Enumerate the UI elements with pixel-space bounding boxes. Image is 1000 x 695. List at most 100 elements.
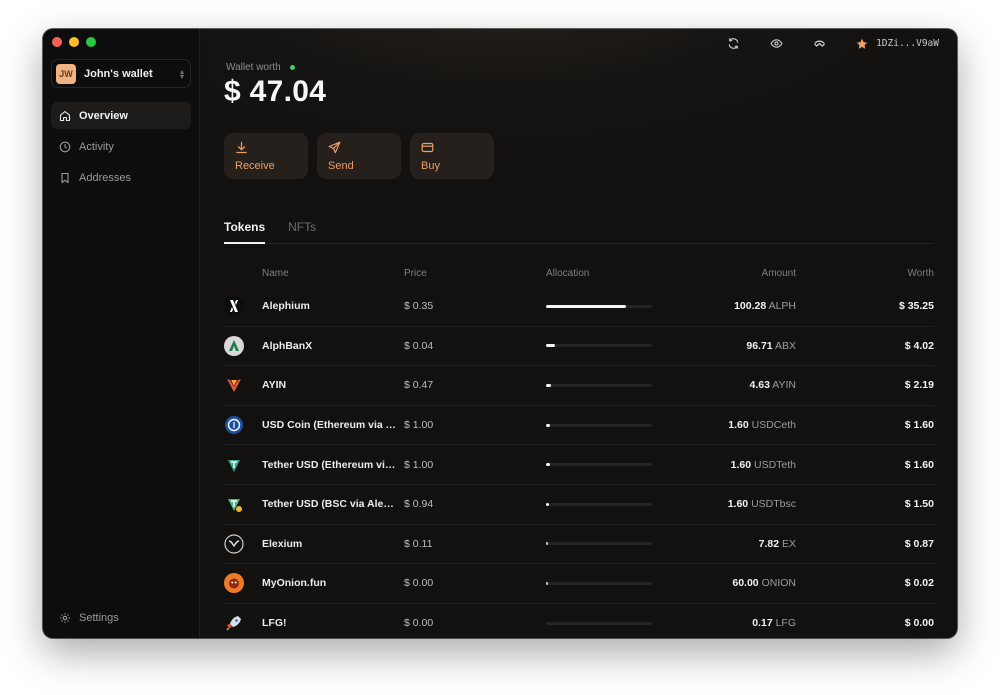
wallet-switcher[interactable]: JW John's wallet ▴ ▾ — [51, 59, 191, 88]
token-amount-value: 1.60 — [728, 419, 749, 432]
header-name[interactable]: Name — [262, 268, 404, 279]
token-allocation — [546, 344, 656, 348]
settings-button[interactable]: Settings — [59, 612, 119, 624]
send-button[interactable]: Send — [317, 133, 401, 179]
main-panel: 1DZi...V9aW Wallet worth $ 47.04 Receive… — [201, 29, 957, 638]
token-worth: $ 0.00 — [904, 617, 934, 630]
usdc-icon — [224, 415, 244, 435]
table-header: Name Price Allocation Amount Worth — [224, 259, 934, 287]
bookmark-icon — [61, 172, 69, 183]
tether-icon — [224, 455, 244, 475]
token-price: $ 0.00 — [404, 577, 434, 590]
token-allocation — [546, 423, 656, 427]
header-worth[interactable]: Worth — [796, 268, 935, 279]
lfg-icon — [224, 613, 244, 633]
token-amount-value: 1.60 — [730, 458, 752, 471]
token-icon-cell — [224, 375, 262, 395]
tab-tokens[interactable]: Tokens — [224, 220, 266, 244]
allocation-bar-track — [546, 344, 652, 348]
header-price[interactable]: Price — [404, 268, 546, 279]
wallet-worth-caption: Wallet worth — [226, 62, 281, 73]
allocation-bar-fill — [546, 502, 550, 506]
header-amount[interactable]: Amount — [656, 268, 796, 279]
star-icon — [856, 38, 868, 49]
token-symbol: EX — [781, 537, 796, 550]
table-body: Alephium $ 0.35 100.28 ALPH $ 35.25 Alph… — [224, 287, 934, 638]
token-amount-value: 96.71 — [746, 339, 773, 352]
token-name: USD Coin (Ethereum via Alephium Bridge) — [262, 419, 404, 432]
token-amount: 0.17 LFG — [656, 617, 796, 629]
asset-tabs: Tokens NFTs — [224, 220, 934, 244]
token-symbol: USDTeth — [753, 458, 796, 471]
token-allocation — [546, 502, 656, 506]
token-price: $ 0.00 — [404, 617, 434, 630]
token-name: Elexium — [262, 537, 303, 550]
tab-nfts[interactable]: NFTs — [288, 220, 316, 244]
table-row[interactable]: Tether USD (BSC via Alephium Bridge) $ 0… — [224, 485, 934, 525]
ayin-icon — [224, 375, 244, 395]
top-toolbar: 1DZi...V9aW — [727, 37, 939, 50]
buy-label: Buy — [421, 160, 440, 172]
refresh-button[interactable] — [727, 37, 740, 50]
action-buttons: Receive Send Buy — [224, 133, 494, 179]
allocation-bar-fill — [546, 304, 626, 308]
token-amount: 1.60 USDCeth — [656, 419, 796, 431]
token-symbol: ABX — [774, 339, 796, 352]
token-allocation — [546, 463, 656, 467]
allocation-bar-track — [546, 502, 652, 506]
allocation-bar-track — [546, 542, 652, 546]
alphbanx-icon — [224, 335, 244, 356]
allocation-bar-track — [546, 304, 652, 308]
sidebar-item-activity[interactable]: Activity — [51, 133, 191, 160]
token-symbol: ONION — [761, 577, 796, 590]
app-window: JW John's wallet ▴ ▾ Overview Activity Ad… — [43, 29, 957, 638]
allocation-bar-track — [546, 423, 652, 427]
token-price: $ 0.47 — [404, 379, 434, 392]
tether-bsc-icon — [224, 494, 244, 514]
token-worth: $ 35.25 — [898, 300, 934, 313]
token-allocation — [546, 581, 656, 585]
allocation-bar-fill — [546, 423, 550, 427]
sidebar-item-label: Overview — [79, 109, 128, 122]
receive-button[interactable]: Receive — [224, 133, 308, 179]
close-window-button[interactable] — [52, 37, 62, 47]
allocation-bar-fill — [546, 463, 550, 467]
table-row[interactable]: AYIN $ 0.47 4.63 AYIN $ 2.19 — [224, 366, 934, 406]
token-price: $ 1.00 — [404, 458, 434, 471]
token-name: Alephium — [262, 300, 310, 313]
token-symbol: LFG — [775, 617, 796, 630]
token-name: Tether USD (BSC via Alephium Bridge) — [262, 498, 404, 511]
table-row[interactable]: LFG! $ 0.00 0.17 LFG $ 0.00 — [224, 604, 934, 638]
token-worth: $ 0.02 — [904, 577, 934, 590]
allocation-bar-fill — [546, 344, 555, 348]
token-amount-value: 60.00 — [732, 577, 759, 590]
token-worth: $ 4.02 — [904, 339, 934, 352]
walletconnect-icon — [814, 40, 826, 47]
table-row[interactable]: Elexium $ 0.11 7.82 EX $ 0.87 — [224, 525, 934, 565]
token-icon-cell — [224, 613, 262, 633]
token-allocation — [546, 383, 656, 387]
connection-status-dot — [289, 65, 295, 70]
token-price: $ 0.35 — [404, 300, 434, 313]
maximize-window-button[interactable] — [86, 37, 96, 47]
chevron-updown-icon: ▴ ▾ — [179, 66, 184, 81]
token-amount-value: 0.17 — [752, 617, 773, 630]
sidebar-item-addresses[interactable]: Addresses — [51, 164, 191, 191]
minimize-window-button[interactable] — [69, 37, 79, 47]
toggle-visibility-button[interactable] — [770, 37, 783, 50]
table-row[interactable]: MyOnion.fun $ 0.00 60.00 ONION $ 0.02 — [224, 564, 934, 604]
table-row[interactable]: USD Coin (Ethereum via Alephium Bridge) … — [224, 406, 934, 446]
table-row[interactable]: AlphBanX $ 0.04 96.71 ABX $ 4.02 — [224, 327, 934, 367]
settings-label: Settings — [79, 612, 119, 624]
token-icon-cell — [224, 494, 262, 514]
sidebar-item-overview[interactable]: Overview — [51, 102, 191, 129]
header-allocation[interactable]: Allocation — [546, 268, 656, 279]
send-icon — [328, 141, 341, 154]
token-symbol: USDCeth — [751, 419, 796, 432]
table-row[interactable]: Tether USD (Ethereum via Alephium Bridge… — [224, 445, 934, 485]
buy-button[interactable]: Buy — [410, 133, 494, 179]
token-amount-value: 100.28 — [734, 300, 767, 313]
table-row[interactable]: Alephium $ 0.35 100.28 ALPH $ 35.25 — [224, 287, 934, 327]
walletconnect-button[interactable] — [813, 37, 826, 50]
address-selector[interactable]: 1DZi...V9aW — [856, 38, 939, 50]
